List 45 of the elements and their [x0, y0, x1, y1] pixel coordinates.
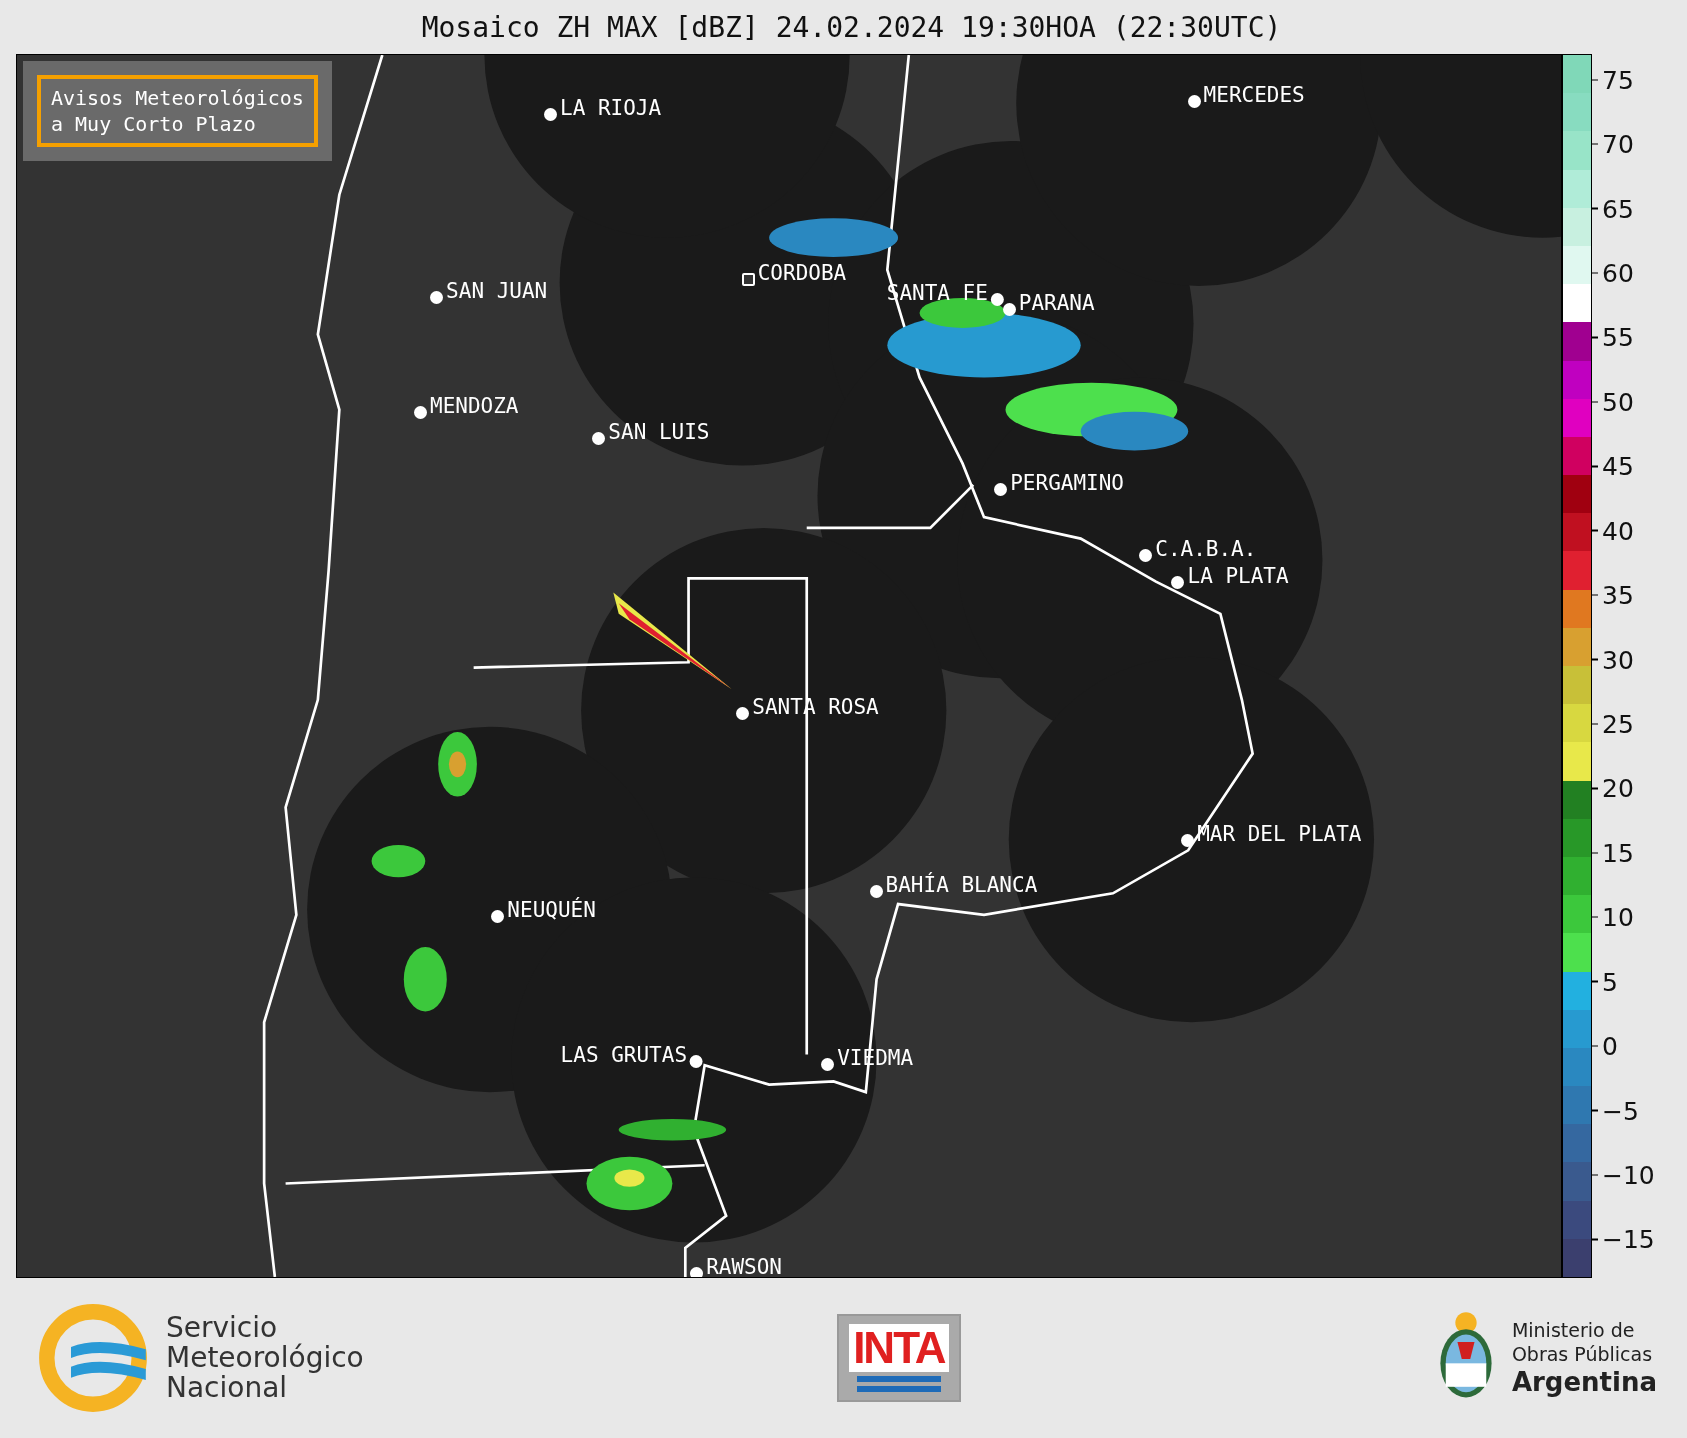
city-label: CORDOBA — [757, 260, 847, 285]
scale-tick-label: 45 — [1602, 451, 1634, 481]
scale-tick-label: −15 — [1602, 1224, 1655, 1254]
scale-tick-label: 25 — [1602, 709, 1634, 739]
scale-tick-label: 60 — [1602, 258, 1634, 288]
city-label: MAR DEL PLATA — [1197, 821, 1362, 846]
city-label: SAN JUAN — [446, 278, 548, 303]
institute-logo: INTA — [837, 1314, 961, 1402]
city-dot-icon — [869, 885, 883, 899]
weather-service-name: Servicio Meteorológico Nacional — [166, 1313, 364, 1403]
city-label: LA PLATA — [1187, 563, 1289, 588]
scale-tick-label: 40 — [1602, 516, 1634, 546]
ministry-name: Ministerio de Obras Públicas Argentina — [1511, 1318, 1657, 1398]
city-dot-icon — [592, 431, 606, 445]
city-label: MERCEDES — [1203, 83, 1305, 108]
city-label: RAWSON — [706, 1254, 782, 1277]
scale-tick-label: 5 — [1602, 967, 1618, 997]
scale-tick-label: 30 — [1602, 645, 1634, 675]
scale-tick-label: −10 — [1602, 1160, 1655, 1190]
notice-label: Avisos Meteorológicos a Muy Corto Plazo — [37, 75, 318, 147]
scale-tick-label: 15 — [1602, 838, 1634, 868]
city-dot-icon — [430, 290, 444, 304]
city-label: PERGAMINO — [1010, 471, 1124, 496]
scale-tick-label: 70 — [1602, 129, 1634, 159]
city-dot-icon — [414, 405, 427, 419]
city-label: PARANA — [1018, 290, 1095, 315]
city-label: LAS GRUTAS — [560, 1042, 688, 1067]
city-label: SAN LUIS — [608, 419, 710, 444]
city-label: LA RIOJA — [560, 96, 662, 121]
city-dot-icon — [690, 1266, 704, 1277]
city-label: MENDOZA — [430, 393, 519, 418]
scale-tick-label: 10 — [1602, 902, 1634, 932]
city-label: C.A.B.A. — [1155, 536, 1257, 561]
scale-tick-label: 55 — [1602, 322, 1634, 352]
scale-tick-label: 50 — [1602, 387, 1634, 417]
map-title: Mosaico ZH MAX [dBZ] 24.02.2024 19:30HOA (22:30UTC) — [420, 9, 1283, 46]
scale-tick-label: 35 — [1602, 580, 1634, 610]
scale-tick-label: 0 — [1602, 1031, 1618, 1061]
scale-tick-label: −5 — [1602, 1096, 1639, 1125]
weather-service-logo-icon — [38, 1303, 148, 1413]
city-label: NEUQUÉN — [507, 897, 596, 922]
city-label: BAHÍA BLANCA — [885, 873, 1038, 898]
scale-tick-label: 75 — [1602, 65, 1634, 95]
scale-tick-label: 20 — [1602, 773, 1634, 803]
scale-tick-label: 65 — [1602, 194, 1634, 224]
